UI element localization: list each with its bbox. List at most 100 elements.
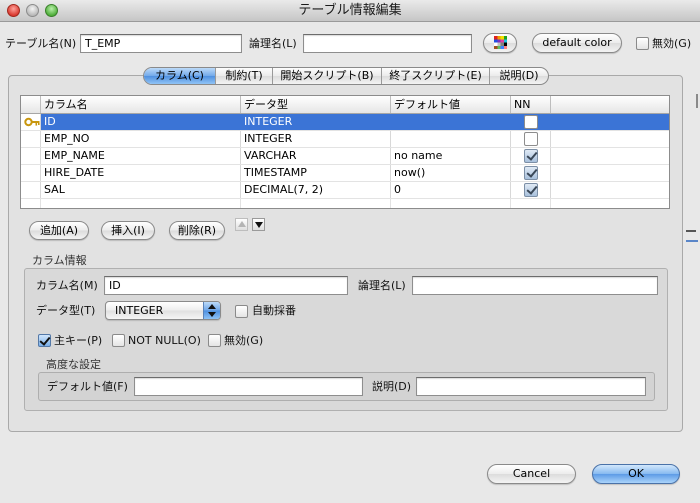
data-type-cell[interactable]: INTEGER [241, 131, 391, 147]
grid-line [510, 199, 511, 208]
columns-table[interactable]: カラム名 データ型 デフォルト値 NN ID INTEGER EMP_NO IN… [20, 95, 670, 209]
data-type-cell[interactable]: INTEGER [241, 114, 391, 130]
grid-line [240, 199, 241, 208]
key-icon [24, 117, 40, 127]
move-up-button[interactable] [235, 218, 248, 231]
tab-constraints[interactable]: 制約(T) [215, 68, 272, 84]
auto-increment-label: 自動採番 [252, 304, 296, 317]
key-cell [21, 148, 41, 164]
delete-column-button[interactable]: 削除(R) [169, 221, 225, 240]
header-not-null[interactable]: NN [511, 96, 551, 113]
header-spacer [551, 96, 669, 113]
default-value-cell[interactable]: now() [391, 165, 511, 181]
primary-key-checkbox[interactable] [38, 334, 51, 347]
default-value-cell[interactable] [391, 114, 511, 130]
default-value-cell[interactable]: no name [391, 148, 511, 164]
spacer-cell [551, 182, 669, 198]
window-title: テーブル情報編集 [298, 3, 402, 18]
spacer-cell [551, 131, 669, 147]
default-value-input[interactable] [134, 377, 363, 396]
color-palette-button[interactable] [483, 33, 517, 53]
column-name-label: カラム名(M) [36, 279, 98, 292]
key-cell [21, 131, 41, 147]
table-row[interactable]: EMP_NO INTEGER [21, 131, 669, 148]
cancel-button[interactable]: Cancel [487, 464, 576, 484]
spacer-cell [551, 165, 669, 181]
column-name-cell[interactable]: SAL [41, 182, 241, 198]
background-window-fragment [686, 240, 698, 242]
table-header: カラム名 データ型 デフォルト値 NN [21, 96, 669, 114]
tab-bar: カラム(C) 制約(T) 開始スクリプト(B) 終了スクリプト(E) 説明(D) [143, 67, 549, 85]
advanced-settings-label: 高度な設定 [46, 358, 101, 371]
not-null-checkbox[interactable] [524, 183, 538, 197]
data-type-label: データ型(T) [36, 304, 96, 317]
not-null-checkbox[interactable] [524, 115, 538, 129]
background-window-fragment [686, 230, 696, 232]
data-type-cell[interactable]: TIMESTAMP [241, 165, 391, 181]
dialog-window: テーブル情報編集 テーブル名(N) 論理名(L) default color 無… [0, 0, 700, 503]
column-name-input[interactable] [104, 276, 348, 295]
table-row[interactable]: EMP_NAME VARCHAR no name [21, 148, 669, 165]
tab-end-script[interactable]: 終了スクリプト(E) [381, 68, 489, 84]
column-logical-name-input[interactable] [412, 276, 658, 295]
header-column-name[interactable]: カラム名 [41, 96, 241, 113]
not-null-checkbox[interactable] [524, 166, 538, 180]
not-null-cell[interactable] [511, 148, 551, 164]
not-null-cell[interactable] [511, 131, 551, 147]
triangle-up-icon [238, 221, 246, 227]
data-type-cell[interactable]: DECIMAL(7, 2) [241, 182, 391, 198]
not-null-cell[interactable] [511, 114, 551, 130]
table-row[interactable]: ID INTEGER [21, 114, 669, 131]
ok-button[interactable]: OK [592, 464, 680, 484]
tab-description[interactable]: 説明(D) [489, 68, 548, 84]
not-null-checkbox[interactable] [524, 132, 538, 146]
grid-line [550, 199, 551, 208]
primary-key-label: 主キー(P) [54, 334, 103, 347]
tab-start-script[interactable]: 開始スクリプト(B) [272, 68, 381, 84]
data-type-cell[interactable]: VARCHAR [241, 148, 391, 164]
spacer-cell [551, 148, 669, 164]
column-disabled-checkbox[interactable] [208, 334, 221, 347]
default-value-cell[interactable]: 0 [391, 182, 511, 198]
not-null-cell[interactable] [511, 165, 551, 181]
description-input[interactable] [416, 377, 646, 396]
auto-increment-checkbox[interactable] [235, 305, 248, 318]
header-default-value[interactable]: デフォルト値 [391, 96, 511, 113]
column-logical-name-label: 論理名(L) [358, 279, 406, 292]
not-null-option-label: NOT NULL(O) [128, 334, 201, 347]
default-color-button[interactable]: default color [532, 33, 622, 53]
not-null-option-checkbox[interactable] [112, 334, 125, 347]
key-cell [21, 165, 41, 181]
header-data-type[interactable]: データ型 [241, 96, 391, 113]
add-column-button[interactable]: 追加(A) [29, 221, 89, 240]
column-name-cell[interactable]: ID [41, 114, 241, 130]
not-null-cell[interactable] [511, 182, 551, 198]
data-type-select[interactable]: INTEGER [105, 301, 221, 320]
title-bar[interactable]: テーブル情報編集 [0, 0, 700, 22]
key-cell [21, 182, 41, 198]
not-null-checkbox[interactable] [524, 149, 538, 163]
table-row[interactable]: SAL DECIMAL(7, 2) 0 [21, 182, 669, 199]
default-value-label: デフォルト値(F) [47, 380, 128, 393]
key-cell [21, 114, 41, 130]
column-name-cell[interactable]: EMP_NO [41, 131, 241, 147]
grid-line [40, 199, 41, 208]
table-name-input[interactable] [80, 34, 242, 53]
popup-arrows-icon [203, 302, 220, 319]
move-down-button[interactable] [252, 218, 265, 231]
triangle-down-icon [255, 222, 263, 228]
column-name-cell[interactable]: EMP_NAME [41, 148, 241, 164]
tab-columns[interactable]: カラム(C) [144, 68, 215, 84]
description-label: 説明(D) [372, 380, 412, 393]
table-name-label: テーブル名(N) [5, 37, 77, 50]
default-value-cell[interactable] [391, 131, 511, 147]
table-row[interactable]: HIRE_DATE TIMESTAMP now() [21, 165, 669, 182]
header-icon-column [21, 96, 41, 113]
data-type-select-value: INTEGER [115, 304, 164, 317]
logical-name-input[interactable] [303, 34, 472, 53]
column-name-cell[interactable]: HIRE_DATE [41, 165, 241, 181]
insert-column-button[interactable]: 挿入(I) [101, 221, 155, 240]
table-disabled-checkbox[interactable] [636, 37, 649, 50]
column-info-group-label: カラム情報 [32, 254, 87, 267]
color-palette-icon [493, 35, 507, 49]
